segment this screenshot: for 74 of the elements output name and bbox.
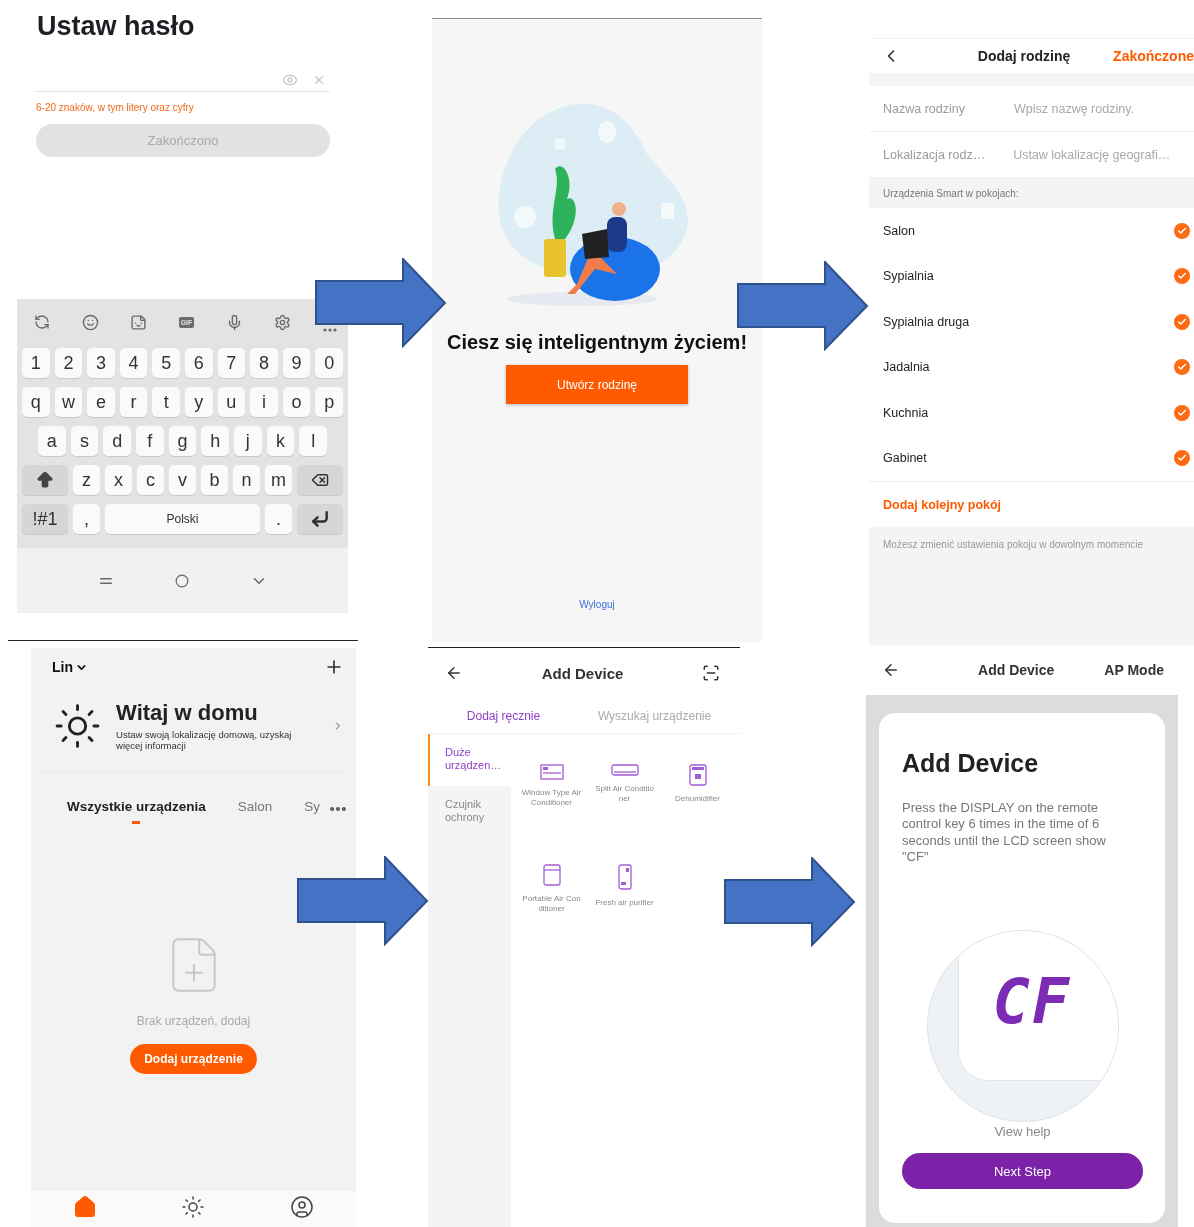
help-link[interactable]: View help [994,1124,1051,1139]
keyboard-key[interactable]: g [168,426,197,456]
keyboard-key[interactable]: q [22,387,50,417]
room-name: Kuchnia [883,405,929,420]
keyboard-key[interactable]: p [315,387,343,417]
keyboard-key[interactable]: x [105,465,132,495]
screen-title: Ustaw hasło [37,11,196,42]
keyboard-key[interactable]: t [152,387,180,417]
home-selector[interactable]: Lin [52,659,88,675]
section-heading: Urządzenia Smart w pokojach: [869,178,1194,208]
keyboard-key[interactable]: v [169,465,196,495]
password-hint: 6-20 znaków, w tym litery oraz cyfry [36,102,195,113]
keyboard-key[interactable]: d [103,426,131,456]
empty-state-text: Brak urządzeń, dodaj [136,1013,251,1028]
room-name: Jadalnia [883,360,930,375]
keyboard-key[interactable]: f [136,426,164,456]
welcome-title: Witaj w domu [116,700,259,726]
device-type-label[interactable]: Window Type Air Conditioner [520,788,583,808]
keyboard-key[interactable]: y [184,387,213,417]
settings-note: Możesz zmienić ustawienia pokoju w dowolnym momencie [883,539,1144,550]
keyboard-key[interactable]: w [54,387,83,417]
room-name: Salon [883,223,915,238]
keyboard-key[interactable]: 4 [119,348,148,378]
keyboard-key[interactable]: 2 [54,348,83,378]
keyboard-key[interactable]: a [38,426,66,456]
location-prompt[interactable]: Ustaw swoją lokalizację domową, uzyskaj więcej informacji [116,730,319,752]
next-step-button[interactable]: Next Step [902,1153,1143,1189]
room-name: Sypialnia [883,269,934,284]
keyboard-key[interactable]: 7 [217,348,246,378]
keyboard-key[interactable]: s [70,426,99,456]
screen-title: Dodaj rodzinę [976,48,1072,64]
keyboard-key[interactable]: m [265,465,292,495]
card-title: Add Device [902,749,1040,778]
room-name: Gabinet [883,451,927,466]
keyboard-key[interactable]: 1 [22,348,50,378]
keyboard-key[interactable]: u [217,387,246,417]
screen-title: Add Device [541,664,624,682]
keyboard-key[interactable]: h [201,426,230,456]
symbols-key[interactable]: !#1 [22,504,68,534]
keyboard-key[interactable]: 9 [282,348,311,378]
device-type-label[interactable]: Portable Air Conditioner [520,894,583,914]
room-tab[interactable]: Wszystkie urządzenia [67,798,206,824]
device-type-label[interactable]: Fresh air purifier [593,898,656,908]
logout-link[interactable]: Wyloguj [579,599,615,610]
keyboard-key[interactable]: 5 [152,348,180,378]
welcome-heading: Ciesz się inteligentnym życiem! [446,331,748,354]
keyboard-key[interactable]: n [233,465,260,495]
keyboard-key[interactable]: k [266,426,295,456]
device-type-label[interactable]: Dehumidifier [666,794,729,804]
keyboard-key[interactable]: c [137,465,164,495]
keyboard-key[interactable]: 6 [184,348,213,378]
room-name: Sypialnia druga [883,314,970,329]
keyboard-key[interactable]: e [87,387,115,417]
comma-key[interactable]: , [73,504,100,534]
keyboard-key[interactable]: r [119,387,148,417]
keyboard-key[interactable]: j [234,426,262,456]
add-mode-tab[interactable]: Dodaj ręcznie [466,708,541,723]
keyboard-key[interactable]: i [250,387,278,417]
keyboard-key[interactable]: o [282,387,311,417]
screen-title: Add Device [977,662,1056,678]
keyboard-key[interactable]: z [73,465,100,495]
room-tab[interactable]: Sy [304,798,321,824]
instruction-text: Press the DISPLAY on the remote control key 6 times in the time of 6 seconds until the LCD screen show "CF" [902,800,1107,865]
keyboard-key[interactable]: 8 [250,348,278,378]
lcd-readout: CF [992,964,1072,1038]
keyboard-key[interactable]: 0 [315,348,343,378]
keyboard-key[interactable]: b [201,465,228,495]
keyboard-key[interactable]: l [299,426,328,456]
device-type-label[interactable]: Split Air Conditioner [593,784,656,804]
room-tab[interactable]: Salon [237,798,273,824]
space-key[interactable]: Polski [105,504,260,534]
period-key[interactable]: . [265,504,292,534]
keyboard-key[interactable]: 3 [87,348,115,378]
ap-mode-link[interactable]: AP Mode [1104,662,1164,678]
